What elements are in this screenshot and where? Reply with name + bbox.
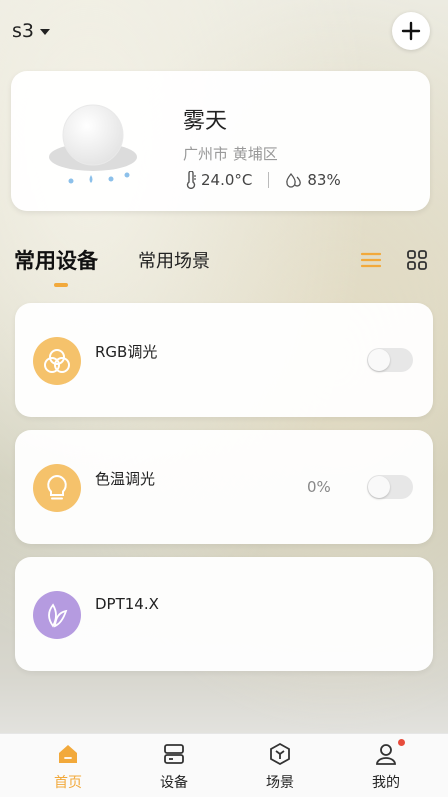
weather-card[interactable]: 雾天 广州市 黄埔区 24.0°C 83% (11, 71, 430, 211)
user-icon (376, 744, 396, 765)
device-icon (164, 744, 184, 764)
nav-label-devices: 设备 (160, 775, 188, 791)
home-selector[interactable]: s3 (12, 20, 50, 42)
weather-condition: 雾天 (183, 109, 228, 134)
grid-view-icon[interactable] (406, 249, 428, 271)
nav-profile[interactable]: 我的 (336, 734, 436, 797)
notification-badge (398, 739, 405, 746)
bottom-navigation: 首页 设备 场景 我的 (0, 733, 448, 797)
nav-label-profile: 我的 (372, 775, 400, 791)
device-card-color-temp[interactable]: 色温调光 0% (15, 430, 433, 544)
tab-common-devices[interactable]: 常用设备 (14, 245, 98, 275)
nav-label-home: 首页 (54, 775, 82, 791)
tab-common-scenes[interactable]: 常用场景 (138, 247, 210, 273)
bulb-icon (33, 464, 81, 512)
toggle-knob (368, 349, 390, 371)
humidity-value: 83% (307, 171, 341, 189)
humidity-stat: 83% (285, 171, 341, 189)
thermometer-icon (186, 171, 196, 189)
device-name: DPT14.X (95, 595, 159, 613)
home-icon (59, 745, 77, 763)
scene-icon (270, 742, 290, 766)
humidity-icon (286, 172, 302, 188)
nav-home[interactable]: 首页 (18, 734, 118, 797)
device-toggle[interactable] (367, 348, 413, 372)
add-button[interactable] (392, 12, 430, 50)
section-tabs: 常用设备 常用场景 (14, 245, 434, 295)
device-card-dpt14[interactable]: DPT14.X (15, 557, 433, 671)
device-name: 色温调光 (95, 470, 156, 488)
plus-icon (401, 21, 421, 41)
device-value: 0% (307, 478, 331, 496)
list-view-icon[interactable] (360, 249, 382, 271)
rgb-light-icon (33, 337, 81, 385)
home-name: s3 (12, 20, 34, 42)
top-bar: s3 (0, 0, 448, 62)
nav-devices[interactable]: 设备 (124, 734, 224, 797)
temperature-value: 24.0°C (201, 171, 253, 189)
leaf-icon (33, 591, 81, 639)
active-tab-indicator (54, 283, 68, 287)
nav-label-scenes: 场景 (266, 775, 294, 791)
weather-stats: 24.0°C 83% (185, 171, 341, 189)
nav-scenes[interactable]: 场景 (230, 734, 330, 797)
device-name: RGB调光 (95, 343, 158, 361)
toggle-knob (368, 476, 390, 498)
device-card-rgb[interactable]: RGB调光 (15, 303, 433, 417)
temperature-stat: 24.0°C (185, 171, 252, 189)
device-toggle[interactable] (367, 475, 413, 499)
caret-down-icon (40, 29, 50, 35)
fog-weather-icon (49, 104, 137, 184)
weather-location: 广州市 黄埔区 (183, 145, 278, 163)
stat-divider (268, 172, 270, 188)
